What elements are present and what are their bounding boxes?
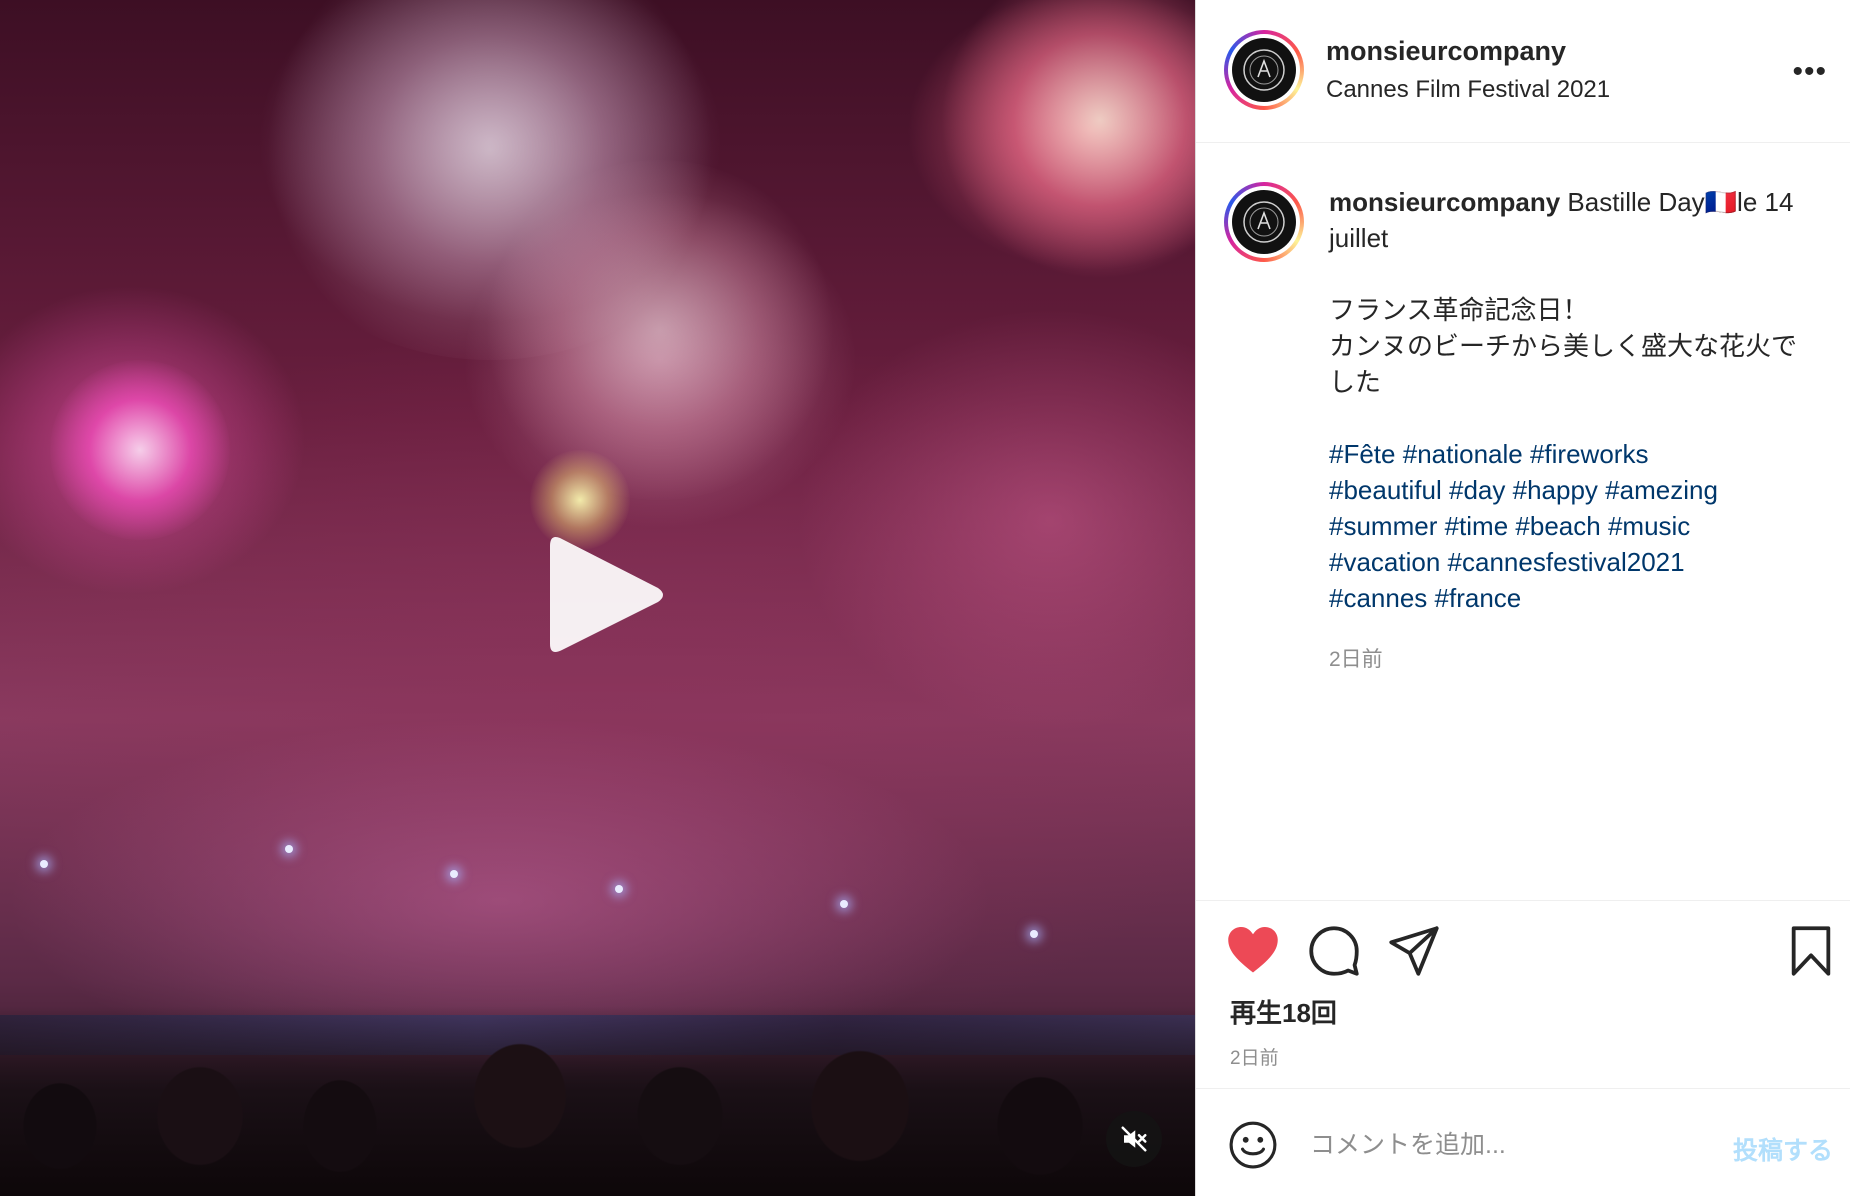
hashtag-link[interactable]: #summer [1329,511,1437,541]
brand-logo-icon [1232,190,1296,254]
firework-spark [1030,930,1038,938]
caption-jp-line: フランス革命記念日！ [1329,295,1589,325]
hashtag-link[interactable]: #cannes [1329,583,1427,613]
hashtag-list: #Fête #nationale #fireworks #beautiful #… [1329,436,1819,616]
hashtag-link[interactable]: #vacation [1329,547,1440,577]
firework-spark [840,900,848,908]
caption-text: monsieurcompany Bastille Day🇫🇷le 14 juil… [1329,184,1819,678]
hashtag-link[interactable]: #fireworks [1530,439,1648,469]
caption-japanese: フランス革命記念日！ カンヌのビーチから美しく盛大な花火でした [1329,292,1819,400]
speaker-muted-icon [1121,1126,1147,1152]
hashtag-link[interactable]: #Fête [1329,439,1396,469]
comment-input[interactable] [1308,1119,1712,1171]
emoji-icon[interactable] [1228,1120,1278,1170]
location-link[interactable]: Cannes Film Festival 2021 [1326,76,1610,104]
caption-section: monsieurcompany Bastille Day🇫🇷le 14 juil… [1196,142,1850,900]
firework-spark [40,860,48,868]
hashtag-link[interactable]: #beautiful [1329,475,1442,505]
play-icon[interactable] [540,530,670,660]
avatar[interactable] [1224,182,1304,262]
firework-burst [50,360,230,540]
caption-timestamp: 2日前 [1329,648,1383,671]
post-video[interactable] [0,0,1195,1196]
firework-burst [940,0,1195,280]
caption-username[interactable]: monsieurcompany [1329,187,1560,217]
crowd-silhouette [0,1006,1195,1196]
heart-icon[interactable] [1226,925,1280,975]
brand-logo-icon [1232,38,1296,102]
firework-spark [285,845,293,853]
hashtag-link[interactable]: #music [1608,511,1690,541]
share-icon[interactable] [1388,925,1440,977]
hashtag-link[interactable]: #nationale [1403,439,1523,469]
post-header: monsieurcompany Cannes Film Festival 202… [1196,0,1850,143]
hashtag-link[interactable]: #time [1445,511,1509,541]
hashtag-link[interactable]: #france [1435,583,1522,613]
hashtag-link[interactable]: #beach [1515,511,1600,541]
view-count[interactable]: 再生18回 [1230,993,1337,1030]
more-options-button[interactable]: ••• [1792,57,1827,87]
caption-first-line: monsieurcompany Bastille Day🇫🇷le 14 juil… [1329,184,1819,256]
comment-icon[interactable] [1308,925,1360,977]
post-timestamp[interactable]: 2日前 [1230,1043,1279,1070]
action-bar: 再生18回 2日前 [1196,900,1850,1089]
firework-spark [615,885,623,893]
header-username[interactable]: monsieurcompany [1326,36,1566,67]
post-details-panel: monsieurcompany Cannes Film Festival 202… [1195,0,1850,1196]
firework-spark [450,870,458,878]
caption-jp-line: カンヌのビーチから美しく盛大な花火でした [1329,331,1798,397]
post-comment-button[interactable]: 投稿する [1733,1131,1833,1167]
avatar[interactable] [1224,30,1304,110]
hashtag-link[interactable]: #cannesfestival2021 [1448,547,1685,577]
hashtag-link[interactable]: #happy [1513,475,1598,505]
bookmark-icon[interactable] [1788,925,1834,977]
comment-bar: 投稿する [1196,1088,1850,1197]
mute-toggle-button[interactable] [1106,1111,1162,1167]
hashtag-link[interactable]: #day [1449,475,1505,505]
hashtag-link[interactable]: #amezing [1605,475,1718,505]
